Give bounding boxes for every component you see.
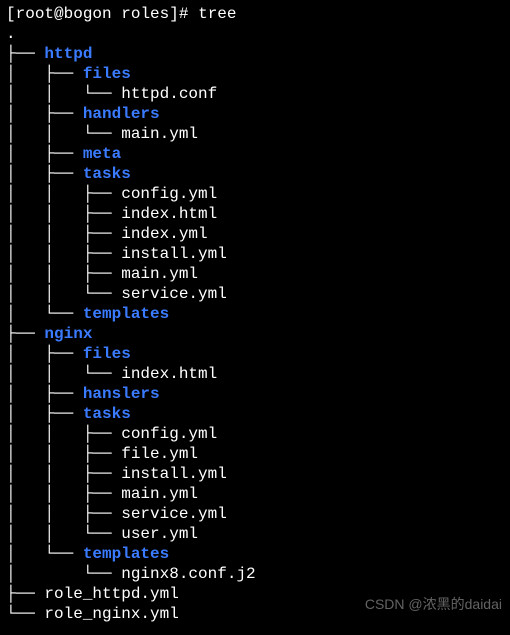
file-name: main.yml: [121, 125, 198, 143]
terminal-prompt-line: [root@bogon roles]# tree: [6, 4, 504, 24]
file-name: file.yml: [121, 445, 198, 463]
tree-line: │ └── nginx8.conf.j2: [6, 564, 504, 584]
tree-line: │ ├── files: [6, 344, 504, 364]
file-name: service.yml: [121, 505, 227, 523]
tree-branch: │ │ ├──: [6, 225, 121, 243]
file-name: role_httpd.yml: [44, 585, 178, 603]
file-name: install.yml: [121, 465, 227, 483]
tree-line: │ └── templates: [6, 304, 504, 324]
tree-branch: │ ├──: [6, 345, 83, 363]
tree-branch: │ │ ├──: [6, 505, 121, 523]
tree-branch: │ ├──: [6, 165, 83, 183]
tree-branch: │ │ ├──: [6, 465, 121, 483]
tree-branch: └──: [6, 605, 44, 623]
tree-branch: │ ├──: [6, 105, 83, 123]
tree-line: │ │ ├── install.yml: [6, 464, 504, 484]
file-name: service.yml: [121, 285, 227, 303]
file-name: user.yml: [121, 525, 198, 543]
tree-branch: ├──: [6, 585, 44, 603]
tree-line: │ │ ├── config.yml: [6, 424, 504, 444]
tree-branch: │ └──: [6, 565, 121, 583]
tree-line: ├── role_httpd.yml: [6, 584, 504, 604]
tree-branch: │ │ ├──: [6, 445, 121, 463]
prompt-at: @: [54, 5, 64, 23]
tree-branch: │ │ └──: [6, 85, 121, 103]
file-name: config.yml: [121, 185, 217, 203]
file-name: index.html: [121, 205, 217, 223]
tree-line: │ │ ├── file.yml: [6, 444, 504, 464]
tree-root: .: [6, 24, 504, 44]
tree-branch: │ │ ├──: [6, 205, 121, 223]
tree-line: │ │ └── service.yml: [6, 284, 504, 304]
tree-branch: │ │ └──: [6, 125, 121, 143]
tree-line: ├── nginx: [6, 324, 504, 344]
tree-branch: │ │ ├──: [6, 245, 121, 263]
directory-name: templates: [83, 545, 169, 563]
tree-line: │ │ ├── index.html: [6, 204, 504, 224]
tree-line: │ ├── tasks: [6, 404, 504, 424]
prompt-command[interactable]: tree: [198, 5, 236, 23]
directory-name: files: [83, 345, 131, 363]
directory-name: httpd: [44, 45, 92, 63]
tree-branch: ├──: [6, 45, 44, 63]
prompt-cwd: roles: [121, 5, 169, 23]
tree-branch: ├──: [6, 325, 44, 343]
file-name: install.yml: [121, 245, 227, 263]
directory-name: meta: [83, 145, 121, 163]
prompt-host: bogon: [64, 5, 112, 23]
tree-line: │ ├── hanslers: [6, 384, 504, 404]
tree-line: │ │ ├── main.yml: [6, 264, 504, 284]
tree-line: │ │ └── index.html: [6, 364, 504, 384]
prompt-user: root: [16, 5, 54, 23]
directory-name: tasks: [83, 405, 131, 423]
tree-branch: │ └──: [6, 545, 83, 563]
tree-line: └── role_nginx.yml: [6, 604, 504, 624]
tree-line: │ │ ├── install.yml: [6, 244, 504, 264]
prompt-open: [: [6, 5, 16, 23]
tree-line: │ │ ├── index.yml: [6, 224, 504, 244]
tree-branch: │ ├──: [6, 145, 83, 163]
directory-name: hanslers: [83, 385, 160, 403]
tree-branch: │ │ └──: [6, 285, 121, 303]
tree-line: │ │ ├── service.yml: [6, 504, 504, 524]
tree-line: │ │ └── httpd.conf: [6, 84, 504, 104]
file-name: index.yml: [121, 225, 207, 243]
tree-branch: │ ├──: [6, 405, 83, 423]
file-name: nginx8.conf.j2: [121, 565, 255, 583]
tree-branch: │ ├──: [6, 65, 83, 83]
tree-line: ├── httpd: [6, 44, 504, 64]
file-name: main.yml: [121, 265, 198, 283]
tree-line: │ ├── meta: [6, 144, 504, 164]
file-name: main.yml: [121, 485, 198, 503]
tree-line: │ ├── tasks: [6, 164, 504, 184]
prompt-close: ]: [169, 5, 179, 23]
directory-name: handlers: [83, 105, 160, 123]
file-name: index.html: [121, 365, 217, 383]
tree-branch: │ └──: [6, 305, 83, 323]
tree-branch: │ │ ├──: [6, 485, 121, 503]
file-name: role_nginx.yml: [44, 605, 178, 623]
file-name: httpd.conf: [121, 85, 217, 103]
tree-line: │ │ └── main.yml: [6, 124, 504, 144]
tree-line: │ │ └── user.yml: [6, 524, 504, 544]
tree-branch: │ │ ├──: [6, 185, 121, 203]
directory-name: nginx: [44, 325, 92, 343]
directory-name: templates: [83, 305, 169, 323]
tree-line: │ └── templates: [6, 544, 504, 564]
prompt-space: [112, 5, 122, 23]
tree-output: ├── httpd│ ├── files│ │ └── httpd.conf│ …: [6, 44, 504, 624]
tree-branch: │ │ ├──: [6, 425, 121, 443]
tree-line: │ │ ├── config.yml: [6, 184, 504, 204]
tree-line: │ ├── files: [6, 64, 504, 84]
tree-branch: │ ├──: [6, 385, 83, 403]
directory-name: tasks: [83, 165, 131, 183]
tree-branch: │ │ └──: [6, 365, 121, 383]
directory-name: files: [83, 65, 131, 83]
tree-branch: │ │ └──: [6, 525, 121, 543]
prompt-space2: [188, 5, 198, 23]
file-name: config.yml: [121, 425, 217, 443]
tree-branch: │ │ ├──: [6, 265, 121, 283]
tree-line: │ ├── handlers: [6, 104, 504, 124]
tree-line: │ │ ├── main.yml: [6, 484, 504, 504]
